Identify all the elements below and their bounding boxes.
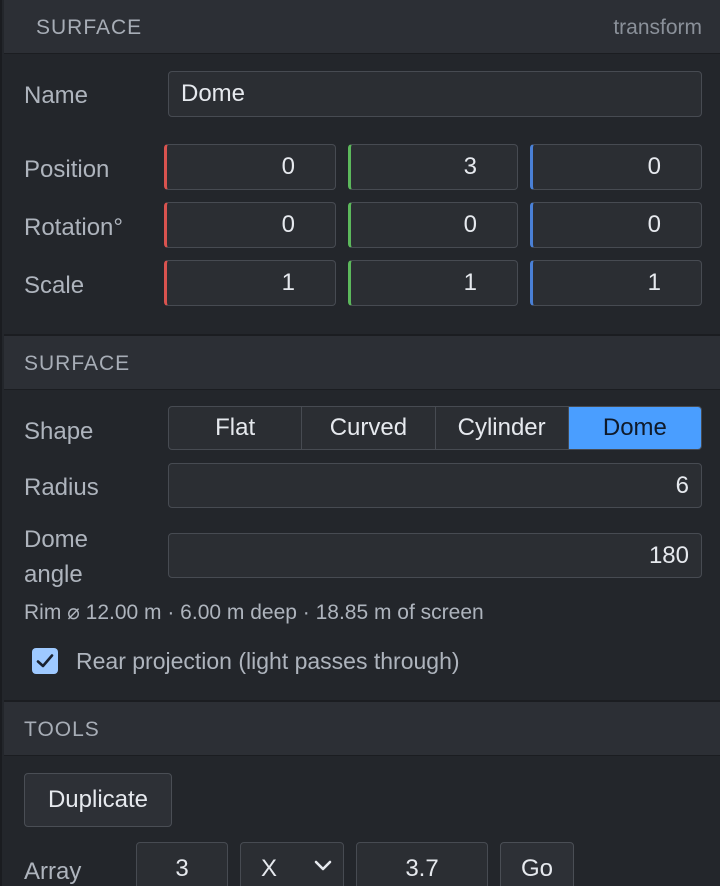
position-z-input[interactable]: 0 bbox=[530, 144, 702, 190]
shape-label: Shape bbox=[24, 418, 94, 445]
chevron-down-icon bbox=[314, 860, 332, 871]
dome-angle-input[interactable]: 180 bbox=[168, 533, 702, 578]
rear-projection-label[interactable]: Rear projection (light passes through) bbox=[76, 648, 460, 675]
surface-info-text: Rim ⌀ 12.00 m · 6.00 m deep · 18.85 m of… bbox=[24, 601, 484, 624]
array-spacing-input[interactable]: 3.7 bbox=[356, 842, 488, 886]
shape-option-curved[interactable]: Curved bbox=[302, 407, 436, 449]
surface-section-title: SURFACE bbox=[24, 352, 131, 375]
scale-y-input[interactable]: 1 bbox=[348, 260, 518, 306]
checkmark-icon bbox=[36, 654, 54, 668]
rotation-label: Rotation° bbox=[24, 214, 123, 241]
surface-section-header: SURFACE bbox=[4, 336, 720, 390]
tools-section-header: TOOLS bbox=[4, 702, 720, 756]
dome-angle-label-line2: angle bbox=[24, 561, 83, 588]
radius-label: Radius bbox=[24, 474, 99, 501]
rotation-y-input[interactable]: 0 bbox=[348, 202, 518, 248]
dome-angle-label-line1: Dome bbox=[24, 526, 89, 553]
position-y-input[interactable]: 3 bbox=[348, 144, 518, 190]
rear-projection-checkbox[interactable] bbox=[32, 648, 58, 674]
array-label: Array bbox=[24, 858, 82, 885]
shape-option-flat[interactable]: Flat bbox=[169, 407, 303, 449]
array-count-input[interactable]: 3 bbox=[136, 842, 228, 886]
tools-section-title: TOOLS bbox=[24, 718, 100, 741]
position-x-input[interactable]: 0 bbox=[164, 144, 336, 190]
header-title: SURFACE bbox=[36, 16, 143, 39]
go-button[interactable]: Go bbox=[500, 842, 574, 886]
transform-header: SURFACE transform bbox=[4, 0, 720, 54]
rotation-x-input[interactable]: 0 bbox=[164, 202, 336, 248]
scale-z-input[interactable]: 1 bbox=[530, 260, 702, 306]
array-axis-value: X bbox=[261, 855, 278, 882]
name-label: Name bbox=[24, 82, 89, 109]
position-label: Position bbox=[24, 156, 110, 183]
array-axis-select[interactable]: X bbox=[240, 842, 344, 886]
scale-x-input[interactable]: 1 bbox=[164, 260, 336, 306]
shape-option-dome[interactable]: Dome bbox=[568, 407, 701, 449]
duplicate-button[interactable]: Duplicate bbox=[24, 773, 172, 827]
header-subtitle: transform bbox=[613, 16, 702, 39]
inspector-panel: SURFACE transform Name Dome Position 0 3… bbox=[0, 0, 720, 886]
rotation-z-input[interactable]: 0 bbox=[530, 202, 702, 248]
radius-input[interactable]: 6 bbox=[168, 463, 702, 508]
shape-option-cylinder[interactable]: Cylinder bbox=[436, 407, 569, 449]
shape-segmented-control: Flat Curved Cylinder Dome bbox=[168, 406, 702, 450]
scale-label: Scale bbox=[24, 272, 85, 299]
name-input[interactable]: Dome bbox=[168, 71, 702, 117]
